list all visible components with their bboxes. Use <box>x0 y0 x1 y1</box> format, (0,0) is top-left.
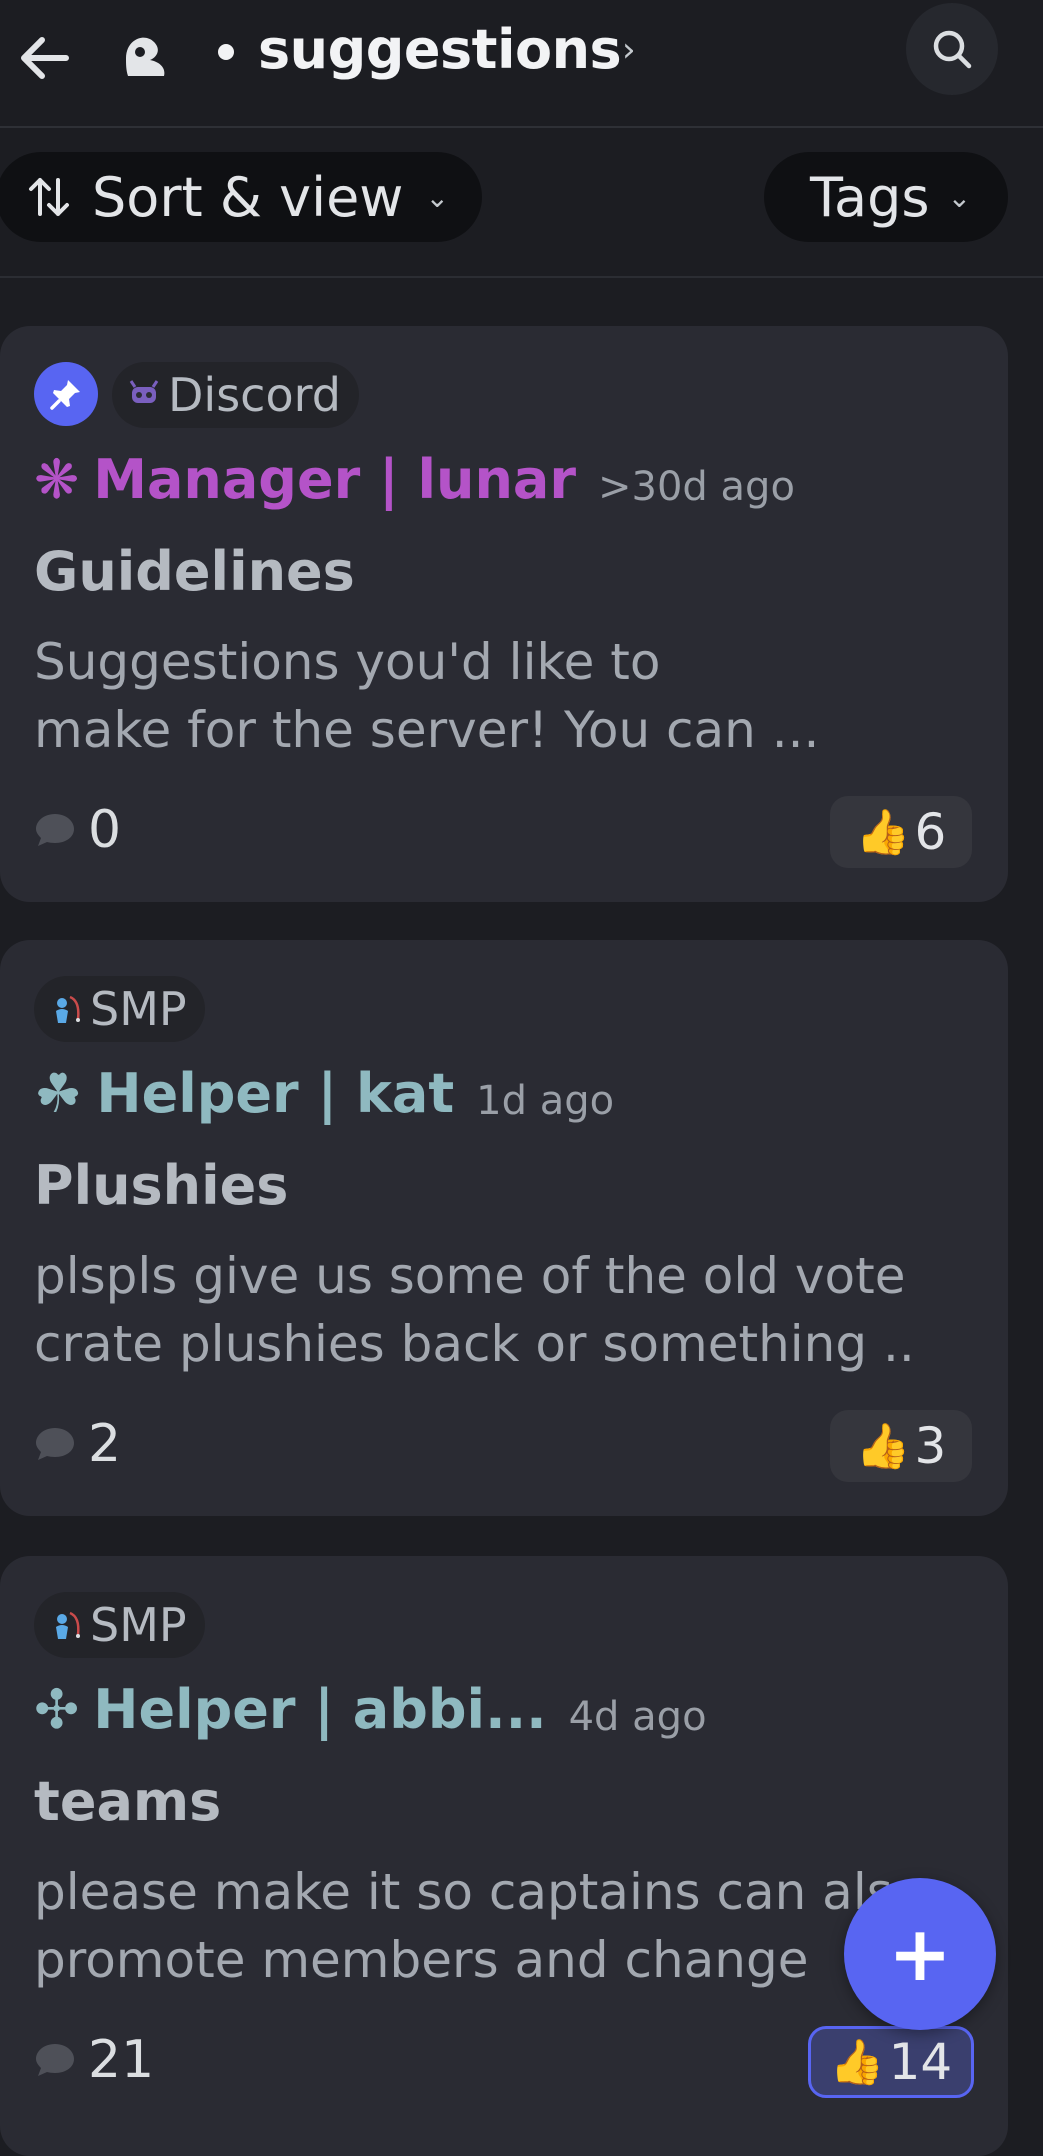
post-body-line: crate plushies back or something .. <box>34 1315 915 1373</box>
sort-icon <box>29 178 69 216</box>
top-bar: suggestions › <box>0 0 1043 128</box>
comment-count: 0 <box>34 800 121 860</box>
post-title: teams <box>34 1770 222 1833</box>
new-post-button[interactable]: + <box>844 1878 996 2030</box>
arrow-left-icon[interactable] <box>14 28 74 88</box>
tag-label: SMP <box>90 1598 187 1652</box>
comment-count-value: 21 <box>88 2030 155 2090</box>
author-row: ☘ Helper | kat 1d ago <box>34 1062 994 1132</box>
channel-dot <box>218 44 234 60</box>
comment-icon <box>36 2044 74 2076</box>
tag-pill: SMP <box>34 976 205 1042</box>
author-name[interactable]: Helper | abbi... <box>93 1678 546 1741</box>
post-body-line: make for the server! You can ... <box>34 701 820 759</box>
comment-icon <box>36 1428 74 1460</box>
search-icon <box>933 30 972 69</box>
chevron-right-icon[interactable]: › <box>622 30 636 70</box>
tags-button[interactable]: Tags ⌄ <box>764 152 1008 242</box>
thumbs-up-icon: 👍 <box>855 807 911 858</box>
tag-pill: SMP <box>34 1592 205 1658</box>
sort-view-button[interactable]: Sort & view ⌄ <box>0 152 482 242</box>
sparkle-icon: ✣ <box>34 1678 80 1741</box>
comment-count: 2 <box>34 1414 121 1474</box>
tag-pill: Discord <box>112 362 359 428</box>
reaction-count: 3 <box>914 1417 947 1475</box>
post-time: 4d ago <box>568 1694 707 1740</box>
game-icon <box>129 380 159 403</box>
chevron-down-icon: ⌄ <box>425 180 449 214</box>
reaction-count: 6 <box>914 803 947 861</box>
pin-icon <box>34 362 98 426</box>
sort-view-label: Sort & view <box>92 165 404 229</box>
comment-count-value: 0 <box>88 800 122 860</box>
channel-name[interactable]: suggestions <box>258 18 622 81</box>
post-time: >30d ago <box>598 464 795 510</box>
post-title: Guidelines <box>34 540 355 603</box>
comment-icon <box>36 814 74 846</box>
post-body-line: Suggestions you'd like to <box>34 633 661 691</box>
post-title: Plushies <box>34 1154 289 1217</box>
clover-icon: ☘ <box>34 1062 83 1125</box>
comment-count: 21 <box>34 2030 154 2090</box>
server-icon[interactable] <box>120 28 172 80</box>
search-button[interactable] <box>906 3 998 95</box>
author-prefix-icon: ❋ <box>34 448 80 511</box>
reaction-button[interactable]: 👍 3 <box>830 1410 972 1482</box>
thumbs-up-icon: 👍 <box>829 2037 885 2088</box>
author-name[interactable]: Helper | kat <box>96 1062 454 1125</box>
comment-count-value: 2 <box>88 1414 122 1474</box>
post-body: Suggestions you'd like to make for the s… <box>34 628 994 764</box>
author-name[interactable]: Manager | lunar <box>93 448 576 511</box>
tag-label: Discord <box>168 368 341 422</box>
chevron-down-icon: ⌄ <box>947 180 972 214</box>
post-body-line: please make it so captains can also <box>34 1863 924 1921</box>
post-time: 1d ago <box>476 1078 615 1124</box>
fishing-icon <box>56 1611 80 1639</box>
post-body: plspls give us some of the old vote crat… <box>34 1242 994 1378</box>
tag-label: SMP <box>90 982 187 1036</box>
reaction-button[interactable]: 👍 14 <box>808 2026 974 2098</box>
author-row: ❋ Manager | lunar >30d ago <box>34 448 994 518</box>
thumbs-up-icon: 👍 <box>855 1421 911 1472</box>
reaction-count: 14 <box>888 2033 953 2091</box>
plus-icon: + <box>888 1909 952 1998</box>
post-body-line: plspls give us some of the old vote <box>34 1247 906 1305</box>
tags-label: Tags <box>810 165 930 229</box>
fishing-icon <box>56 995 80 1023</box>
author-row: ✣ Helper | abbi... 4d ago <box>34 1678 994 1748</box>
reaction-button[interactable]: 👍 6 <box>830 796 972 868</box>
